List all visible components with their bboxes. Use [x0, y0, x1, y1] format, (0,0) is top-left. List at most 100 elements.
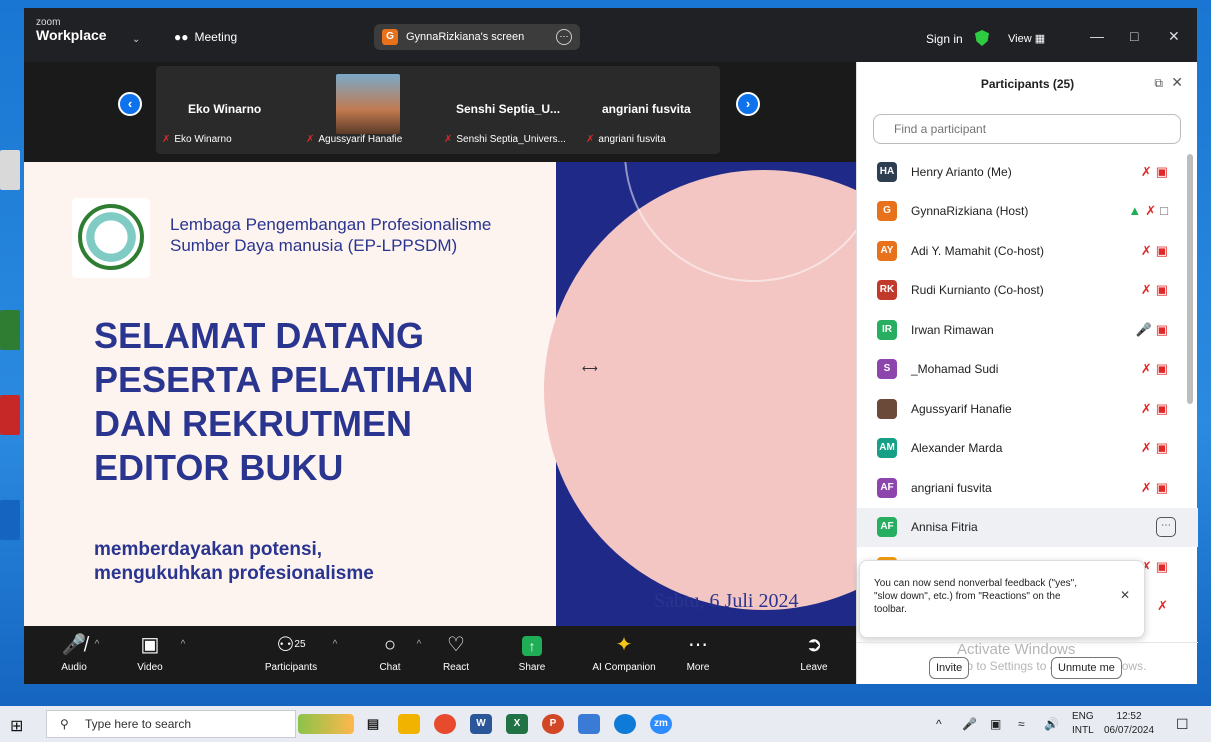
wifi-icon[interactable]: ≈ — [1018, 717, 1025, 731]
notification-icon[interactable]: ☐ — [1176, 716, 1189, 733]
search-placeholder: Type here to search — [85, 717, 192, 731]
audio-options-caret[interactable]: ^ — [92, 634, 102, 658]
unmute-me-button[interactable]: Unmute me — [1051, 657, 1122, 679]
avatar: AM — [877, 438, 897, 459]
participants-button[interactable]: ⚇25 Participants — [256, 634, 326, 673]
screen-share-pill[interactable]: G GynnaRizkiana's screen ⋯ — [374, 24, 580, 50]
participant-search-input[interactable] — [873, 114, 1181, 144]
invite-button[interactable]: Invite — [929, 657, 970, 679]
video-label: Video — [137, 662, 163, 673]
chevron-up-icon[interactable]: ^ — [936, 717, 942, 731]
chat-options-caret[interactable]: ^ — [414, 634, 424, 658]
thumbnail-label-text: Agussyarif Hanafie — [318, 134, 403, 145]
desktop-icon[interactable] — [0, 395, 20, 435]
audio-status-icons: 🎤▣ — [1135, 321, 1172, 337]
participant-row[interactable]: S _Mohamad Sudi ✗▣ — [857, 350, 1198, 390]
app-icon[interactable] — [578, 714, 600, 734]
participant-row[interactable]: AM Alexander Marda ✗▣ — [857, 429, 1198, 469]
muted-status-icons: ✗▣ — [1140, 163, 1172, 179]
org-name-line: Sumber Daya manusia (EP-LPPSDM) — [170, 236, 458, 255]
resize-cursor-icon: ⟷ — [582, 363, 598, 375]
chrome-icon[interactable] — [434, 714, 456, 734]
edge-icon[interactable] — [614, 714, 636, 734]
more-icon[interactable]: ⋯ — [556, 29, 572, 45]
share-label: Share — [518, 662, 546, 673]
mic-icon[interactable]: 🎤 — [962, 717, 977, 731]
tagline-line: memberdayakan potensi, — [94, 539, 323, 560]
audio-label: Audio — [61, 662, 87, 673]
headline-line: SELAMAT DATANG — [94, 315, 424, 356]
meet-now-icon[interactable]: ▣ — [990, 717, 1001, 731]
participants-count: 25 — [294, 639, 306, 650]
ai-companion-button[interactable]: ✦ AI Companion — [584, 634, 664, 673]
zoom-logo: zoom Workplace — [36, 18, 107, 43]
close-icon[interactable]: ✕ — [1171, 74, 1183, 91]
thumbnail-name: angriani fusvita — [602, 102, 691, 116]
chat-button[interactable]: ○ Chat — [370, 634, 410, 673]
close-icon[interactable]: ✕ — [1120, 589, 1130, 602]
participant-row[interactable]: AF Annisa Fitria ⋯ — [857, 507, 1198, 547]
thumbnail-label: ✗ Senshi Septia_Univers... — [444, 134, 566, 145]
file-explorer-icon[interactable] — [398, 714, 420, 734]
mic-icon: 🎤 — [1135, 321, 1156, 337]
meeting-menu[interactable]: ●● Meeting — [174, 30, 237, 44]
audio-button[interactable]: 🎤̸ Audio — [54, 634, 94, 673]
desktop-icon[interactable] — [0, 500, 20, 540]
participant-row[interactable]: Agussyarif Hanafie ✗▣ — [857, 389, 1198, 429]
task-view-icon[interactable]: ▤ — [362, 714, 384, 734]
video-options-caret[interactable]: ^ — [178, 634, 188, 658]
video-button[interactable]: ▣ Video — [130, 634, 170, 673]
thumbnail-label-text: Senshi Septia_Univers... — [456, 134, 566, 145]
participant-row[interactable]: HA Henry Arianto (Me) ✗▣ — [857, 152, 1198, 192]
weather-widget-icon[interactable] — [298, 714, 354, 734]
minimize-icon[interactable]: — — [1090, 28, 1104, 44]
participants-options-caret[interactable]: ^ — [330, 634, 340, 658]
zoom-window: zoom Workplace ⌄ ●● Meeting G GynnaRizki… — [24, 8, 1198, 684]
zoom-taskbar-icon[interactable]: zm — [650, 714, 672, 734]
tagline-line: mengukuhkan profesionalisme — [94, 563, 374, 584]
more-button[interactable]: ⋯ More — [678, 634, 718, 673]
excel-icon[interactable]: X — [506, 714, 528, 734]
meeting-icon: ●● — [174, 30, 189, 44]
windows-start-icon[interactable]: ⊞ — [10, 716, 23, 736]
participant-row[interactable]: IR Irwan Rimawan 🎤▣ — [857, 310, 1198, 350]
thumbnail-label: ✗ Eko Winarno — [162, 134, 232, 145]
sign-in-link[interactable]: Sign in — [926, 32, 963, 46]
desktop-icon[interactable] — [0, 310, 20, 350]
thumbnail-name: Senshi Septia_U... — [456, 102, 561, 116]
react-button[interactable]: ♡ React — [436, 634, 476, 673]
previous-page-icon[interactable]: ‹ — [118, 92, 142, 116]
chevron-up-icon: ^ — [416, 639, 422, 650]
muted-mic-icon: 🎤̸ — [61, 634, 87, 656]
participant-row[interactable]: AF angriani fusvita ✗▣ — [857, 468, 1198, 508]
thumbnail-name: Eko Winarno — [188, 102, 262, 116]
more-options-button[interactable]: ⋯ — [1156, 517, 1176, 538]
word-icon[interactable]: W — [470, 714, 492, 734]
next-page-icon[interactable]: › — [736, 92, 760, 116]
security-shield-icon[interactable] — [975, 30, 989, 46]
language-code: ENG — [1072, 711, 1094, 722]
view-label: View — [1008, 33, 1032, 45]
participant-row[interactable]: G GynnaRizkiana (Host) ▲✗□ — [857, 192, 1198, 232]
sharing-status-icons: ▲✗□ — [1128, 203, 1172, 219]
participant-row[interactable]: AY Adi Y. Mamahit (Co-host) ✗▣ — [857, 231, 1198, 271]
participant-video-photo — [336, 74, 400, 134]
chevron-down-icon[interactable]: ⌄ — [132, 34, 140, 45]
view-button[interactable]: View ▦ — [1008, 32, 1045, 45]
system-clock[interactable]: 12:52 06/07/2024 — [1104, 710, 1154, 738]
grid-icon: ▦ — [1034, 33, 1046, 45]
desktop-icon[interactable] — [0, 150, 20, 190]
shared-screen-slide: Lembaga Pengembangan Profesionalisme Sum… — [24, 162, 856, 626]
powerpoint-icon[interactable]: P — [542, 714, 564, 734]
close-icon[interactable]: ✕ — [1168, 28, 1180, 45]
headline-line: DAN REKRUTMEN — [94, 403, 412, 444]
taskbar-search-box[interactable]: Type here to search — [46, 710, 296, 738]
participant-row[interactable]: RK Rudi Kurnianto (Co-host) ✗▣ — [857, 271, 1198, 311]
pop-out-icon[interactable]: ⧉ — [1154, 76, 1163, 91]
input-language[interactable]: ENG INTL — [1072, 710, 1094, 738]
share-button[interactable]: ↑ Share — [512, 634, 552, 673]
maximize-icon[interactable]: □ — [1130, 28, 1138, 44]
leave-button[interactable]: ➲ Leave — [794, 634, 834, 673]
muted-mic-icon: ✗ — [444, 134, 453, 145]
volume-icon[interactable]: 🔊 — [1044, 717, 1059, 731]
